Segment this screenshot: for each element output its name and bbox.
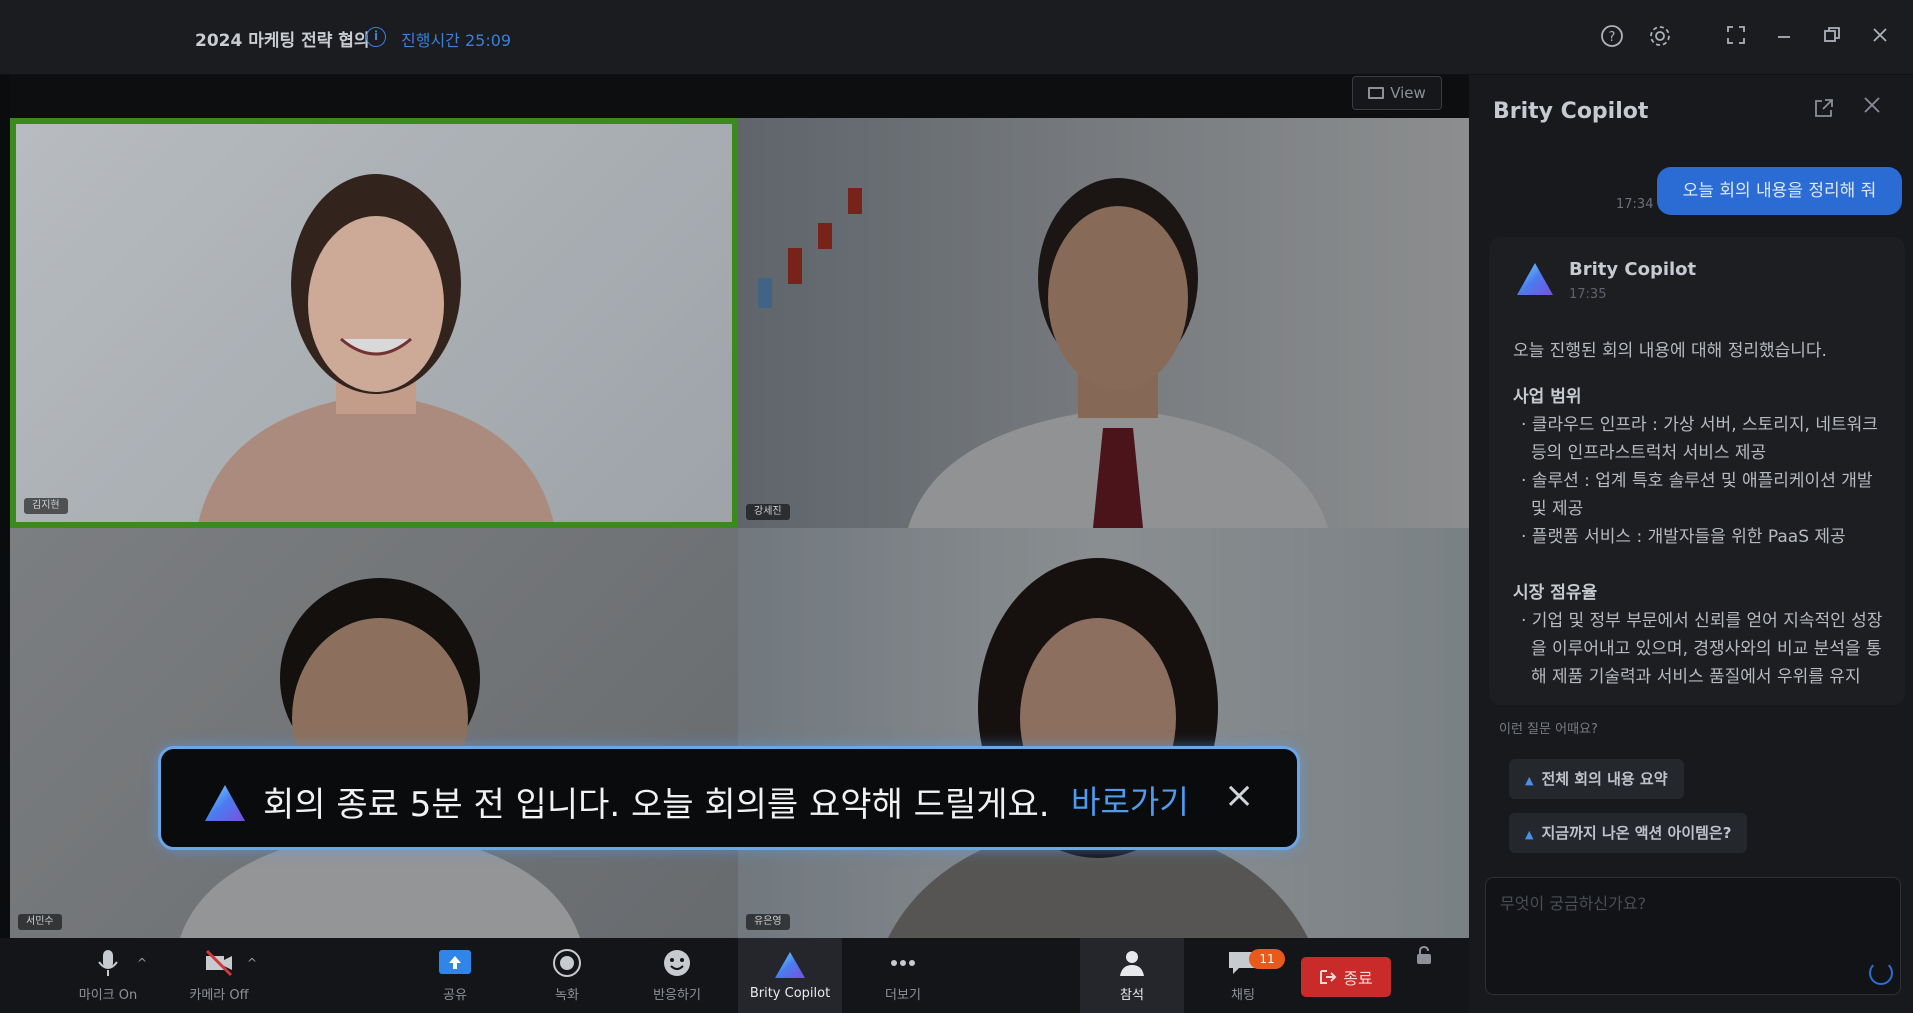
copilot-label: Brity Copilot <box>749 986 831 1001</box>
more-label: 더보기 <box>885 988 921 1003</box>
participants-button[interactable]: 참석 <box>1080 938 1184 1013</box>
user-message: 오늘 회의 내용을 정리해 줘 <box>1657 167 1902 215</box>
copilot-panel: Brity Copilot 17:34 오늘 회의 내용을 정리해 줘 Brit… <box>1469 75 1913 1013</box>
triangle-icon: ▲ <box>1525 828 1534 841</box>
question-input-box <box>1485 877 1901 995</box>
title-bar: 2024 마케팅 전략 협의 i 진행시간 25:09 ? <box>0 0 1913 75</box>
copilot-button[interactable]: Brity Copilot <box>738 938 842 1013</box>
smiley-icon <box>664 950 690 976</box>
svg-text:?: ? <box>1609 30 1616 45</box>
summary-toast: 회의 종료 5분 전 입니다. 오늘 회의를 요약해 드릴게요. 바로가기 × <box>158 746 1300 850</box>
mic-label: 마이크 On <box>78 988 138 1003</box>
toast-close-icon[interactable]: × <box>1224 775 1254 816</box>
section-title: 사업 범위 <box>1513 387 1582 407</box>
view-button[interactable]: View <box>1352 76 1442 110</box>
end-meeting-button[interactable]: 종료 <box>1301 957 1391 997</box>
list-item: · 솔루션 : 업계 특호 솔루션 및 애플리케이션 개발 및 제공 <box>1521 471 1873 519</box>
video-dim <box>738 118 1469 528</box>
more-dots-icon <box>891 960 915 966</box>
panel-close-icon[interactable] <box>1861 93 1883 123</box>
participant-name: 유은영 <box>746 914 790 930</box>
end-label: 종료 <box>1343 969 1373 988</box>
share-button[interactable]: 공유 <box>418 938 492 1013</box>
list-item: · 플랫폼 서비스 : 개발자들을 위한 PaaS 제공 <box>1521 527 1846 547</box>
meeting-toolbar: 마이크 On ^ 카메라 Off ^ 공유 녹화 반응하기 Brity Copi… <box>0 938 1469 1013</box>
grid-icon <box>1368 87 1385 99</box>
suggestion-chip[interactable]: ▲ 지금까지 나온 액션 아이템은? <box>1509 813 1748 853</box>
video-tile-4[interactable]: 유은영 <box>738 528 1469 938</box>
view-label: View <box>1390 84 1426 102</box>
video-dim <box>16 124 732 522</box>
copilot-response-card: Brity Copilot 17:35 오늘 진행된 회의 내용에 대해 정리했… <box>1489 237 1905 705</box>
lock-icon[interactable] <box>1415 945 1433 970</box>
question-input[interactable] <box>1500 894 1880 913</box>
record-button[interactable]: 녹화 <box>530 938 604 1013</box>
camera-options-button[interactable]: ^ <box>242 938 262 1013</box>
camera-label: 카메라 Off <box>189 988 249 1003</box>
more-button[interactable]: 더보기 <box>866 938 940 1013</box>
exit-icon <box>1320 970 1337 984</box>
bot-time: 17:35 <box>1569 287 1607 302</box>
list-item: · 클라우드 인프라 : 가상 서버, 스토리지, 네트워크 등의 인프라스트럭… <box>1521 415 1878 463</box>
response-body: 오늘 진행된 회의 내용에 대해 정리했습니다. 사업 범위 · 클라우드 인프… <box>1513 337 1893 691</box>
bot-name: Brity Copilot <box>1569 259 1697 280</box>
toast-message: 회의 종료 5분 전 입니다. 오늘 회의를 요약해 드릴게요. <box>263 785 1050 825</box>
section-title: 시장 점유율 <box>1513 583 1598 603</box>
chat-unread-badge: 11 <box>1249 949 1285 969</box>
participant-name: 김지현 <box>24 498 68 514</box>
chat-label: 채팅 <box>1231 988 1255 1003</box>
settings-icon[interactable] <box>1646 24 1674 52</box>
mic-options-button[interactable]: ^ <box>132 938 152 1013</box>
fullscreen-icon[interactable] <box>1722 24 1750 52</box>
microphone-icon <box>98 950 118 976</box>
reaction-button[interactable]: 반응하기 <box>640 938 714 1013</box>
suggestion-text: 전체 회의 내용 요약 <box>1541 770 1668 788</box>
chevron-up-icon: ^ <box>136 956 148 970</box>
response-intro: 오늘 진행된 회의 내용에 대해 정리했습니다. <box>1513 341 1827 361</box>
restore-icon[interactable] <box>1818 24 1846 52</box>
camera-off-icon <box>205 949 233 977</box>
video-tile-2[interactable]: 강세진 <box>738 118 1469 528</box>
participant-name: 강세진 <box>746 504 790 520</box>
reaction-label: 반응하기 <box>653 988 701 1003</box>
list-item: · 기업 및 정부 부문에서 신뢰를 얻어 지속적인 성장을 이루어내고 있으며… <box>1521 611 1883 687</box>
person-icon <box>1120 951 1144 976</box>
triangle-icon: ▲ <box>1525 774 1534 787</box>
video-dim <box>738 528 1469 938</box>
record-icon <box>553 949 581 977</box>
record-label: 녹화 <box>555 988 579 1003</box>
copilot-logo-icon <box>1517 263 1553 295</box>
info-icon[interactable]: i <box>366 27 386 47</box>
elapsed-time: 진행시간 25:09 <box>401 31 512 50</box>
video-tile-1[interactable]: 김지현 <box>10 118 738 528</box>
participants-label: 참석 <box>1120 988 1144 1003</box>
share-label: 공유 <box>443 988 467 1003</box>
loading-spinner-icon <box>1869 961 1893 985</box>
participant-name: 서민수 <box>18 914 62 930</box>
copilot-logo-icon <box>775 952 805 978</box>
suggestion-chip[interactable]: ▲ 전체 회의 내용 요약 <box>1509 759 1684 799</box>
toast-go-link[interactable]: 바로가기 <box>1071 777 1189 823</box>
meeting-title: 2024 마케팅 전략 협의 <box>195 31 370 51</box>
minimize-icon[interactable] <box>1770 24 1798 52</box>
popout-icon[interactable] <box>1813 97 1835 124</box>
share-screen-icon <box>439 950 471 974</box>
video-tile-3[interactable]: 서민수 <box>10 528 738 938</box>
close-icon[interactable] <box>1866 24 1894 52</box>
suggestion-text: 지금까지 나온 액션 아이템은? <box>1541 824 1732 842</box>
chevron-up-icon: ^ <box>246 956 258 970</box>
user-message-time: 17:34 <box>1616 197 1654 212</box>
suggestion-label: 이런 질문 어때요? <box>1499 722 1598 737</box>
help-icon[interactable]: ? <box>1598 24 1626 52</box>
panel-title: Brity Copilot <box>1493 99 1649 124</box>
video-dim <box>10 528 738 938</box>
copilot-logo-icon <box>205 785 245 821</box>
